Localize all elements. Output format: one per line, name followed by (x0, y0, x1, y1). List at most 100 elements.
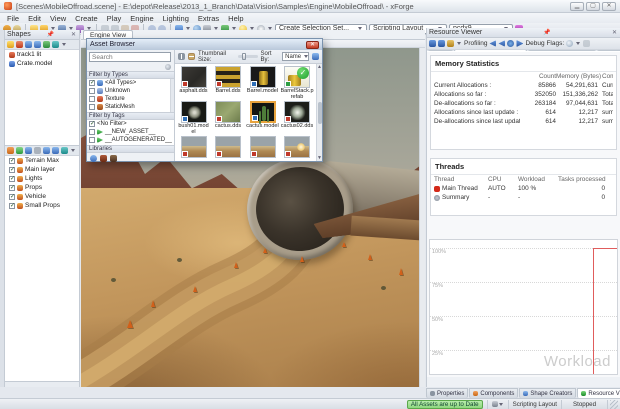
tab-properties[interactable]: Properties (426, 388, 468, 398)
resume-profiling-icon[interactable] (438, 40, 445, 47)
thread-row-main[interactable]: Main Thread AUTO 100 % 0 (431, 184, 616, 193)
status-sync-cell[interactable] (487, 400, 508, 409)
pause-profiling-icon[interactable] (429, 40, 436, 47)
layer-checkbox[interactable] (9, 203, 15, 209)
layer-checkbox[interactable] (9, 176, 15, 182)
move-up-icon[interactable] (25, 41, 32, 48)
filter-checkbox[interactable] (89, 121, 95, 127)
menu-create[interactable]: Create (75, 14, 98, 23)
close-icon[interactable]: ✕ (611, 29, 618, 36)
asset-tile[interactable] (212, 136, 245, 158)
filter-checkbox[interactable] (89, 88, 95, 94)
close-icon[interactable]: ✕ (70, 31, 77, 38)
asset-tile[interactable] (281, 136, 314, 158)
filter-tag-nofilter[interactable]: <No Filter> (87, 120, 174, 128)
minimize-button[interactable]: ▁ (570, 2, 584, 11)
search-input[interactable] (89, 52, 171, 62)
filter-types-scrollbar[interactable] (170, 79, 174, 112)
filter-type-unknown[interactable]: Unknown (87, 87, 174, 95)
layer-lock-icon[interactable] (61, 147, 68, 154)
layer-checkbox[interactable] (9, 185, 15, 191)
filter-type-all[interactable]: <All Types> (87, 79, 174, 87)
resize-grip[interactable] (610, 400, 618, 409)
sort-direction-icon[interactable] (312, 53, 319, 60)
menu-edit[interactable]: Edit (28, 14, 41, 23)
menu-extras[interactable]: Extras (198, 14, 219, 23)
link-shape-icon[interactable] (43, 41, 50, 48)
layer-checkbox[interactable] (9, 167, 15, 173)
close-icon[interactable]: ✕ (306, 41, 319, 49)
scroll-up-icon[interactable]: ▲ (317, 65, 322, 69)
delete-layer-icon[interactable] (34, 147, 41, 154)
remove-shape-icon[interactable] (16, 41, 23, 48)
thread-row-summary[interactable]: Summary - - 0 (431, 193, 616, 202)
filter-checkbox[interactable] (89, 129, 95, 135)
tab-shape-creators[interactable]: Shape Creators (519, 388, 576, 398)
new-layer-icon[interactable] (7, 147, 14, 154)
asset-tile[interactable]: cactus.dds (212, 101, 245, 135)
list-view-icon[interactable] (188, 53, 195, 60)
grid-view-icon[interactable] (178, 53, 185, 60)
filter-checkbox[interactable] (89, 104, 95, 110)
layer-row-main[interactable]: Main layer (5, 165, 79, 174)
filter-tag-autogenerated[interactable]: __AUTOGENERATED__ (87, 136, 174, 144)
asset-browser-titlebar[interactable]: Asset Browser ✕ (87, 39, 322, 50)
pin-icon[interactable]: 📌 (47, 31, 54, 38)
filter-type-staticmesh[interactable]: StaticMesh (87, 103, 174, 111)
library-icon[interactable] (110, 155, 117, 162)
asset-tile-selected[interactable]: cactus.model (246, 101, 279, 135)
workload-graph[interactable]: 100% 75% 50% 25% Workload (429, 239, 618, 375)
shape-filter-icon[interactable] (52, 41, 59, 48)
thumbnail-size-slider[interactable] (238, 55, 257, 58)
debug-flags-dropdown-icon[interactable] (576, 42, 580, 45)
asset-tile[interactable]: asphalt.dds (177, 66, 210, 100)
viewport-scrollbar[interactable] (419, 48, 425, 387)
layers-more-icon[interactable] (71, 149, 75, 152)
filter-checkbox[interactable] (89, 137, 95, 143)
record-icon[interactable] (507, 40, 514, 47)
menu-file[interactable]: File (7, 14, 19, 23)
library-icon[interactable] (100, 155, 107, 162)
sort-by-combo[interactable]: Name (282, 52, 309, 61)
status-layout-cell[interactable]: Scripting Layout (508, 400, 561, 409)
layer-checkbox[interactable] (9, 158, 15, 164)
filter-tag-newasset[interactable]: __NEW_ASSET__ (87, 128, 174, 136)
filter-checkbox[interactable] (89, 80, 95, 86)
layer-up-icon[interactable] (43, 147, 50, 154)
layer-row-props[interactable]: Props (5, 183, 79, 192)
frame-forward-icon[interactable] (516, 40, 523, 47)
debug-options-icon[interactable] (583, 40, 590, 47)
maximize-button[interactable]: ▢ (586, 2, 600, 11)
import-layer-icon[interactable] (25, 147, 32, 154)
menu-lighting[interactable]: Lighting (163, 14, 189, 23)
layer-row-smallprops[interactable]: Small Props (5, 201, 79, 210)
layer-down-icon[interactable] (52, 147, 59, 154)
filter-checkbox[interactable] (89, 96, 95, 102)
add-layer-icon[interactable] (16, 147, 23, 154)
tab-resource-viewer[interactable]: Resource Viewer (577, 388, 620, 398)
menu-play[interactable]: Play (107, 14, 122, 23)
asset-tile[interactable]: Barrel.dds (212, 66, 245, 100)
scrollbar-thumb[interactable] (318, 102, 322, 124)
tab-components[interactable]: Components (469, 388, 518, 398)
asset-tile[interactable]: BarrelStack.prefab (281, 66, 314, 100)
shape-item-crate[interactable]: Crate.model (5, 59, 79, 68)
shapes-more-icon[interactable] (62, 43, 66, 46)
step-back-icon[interactable] (489, 40, 496, 47)
add-shape-icon[interactable] (7, 41, 14, 48)
asset-tile[interactable]: Barrel.model (246, 66, 279, 100)
frame-back-icon[interactable] (498, 40, 505, 47)
layer-checkbox[interactable] (9, 194, 15, 200)
menu-help[interactable]: Help (228, 14, 243, 23)
move-down-icon[interactable] (34, 41, 41, 48)
close-button[interactable]: ✕ (602, 2, 616, 11)
filter-type-texture[interactable]: Texture (87, 95, 174, 103)
layer-row-lights[interactable]: Lights (5, 174, 79, 183)
asset-tile[interactable]: cactus02.dds (281, 101, 314, 135)
assets-status-button[interactable]: All Assets are up to Date (407, 400, 483, 409)
asset-grid-scrollbar[interactable]: ▲ ▼ (316, 64, 322, 161)
scroll-down-icon[interactable]: ▼ (317, 156, 322, 160)
slider-thumb[interactable] (242, 53, 246, 60)
pin-icon[interactable]: 📌 (543, 29, 550, 36)
asset-tile[interactable] (177, 136, 210, 158)
